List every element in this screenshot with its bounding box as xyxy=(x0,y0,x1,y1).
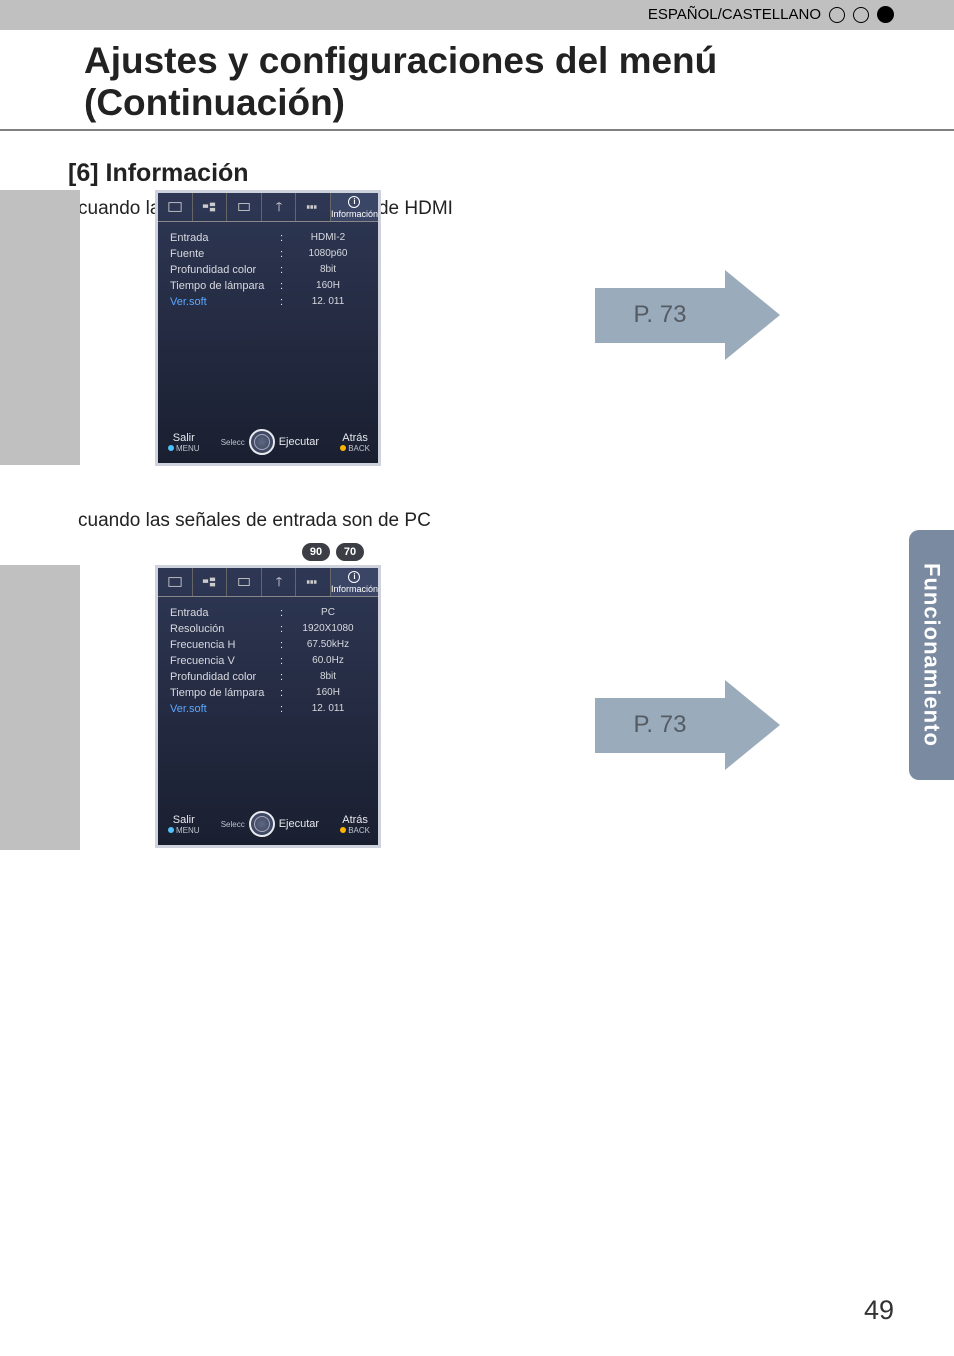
tab-icon-5 xyxy=(296,568,331,596)
tab-info-label: Información xyxy=(331,584,378,594)
info-row: Ver.soft:12. 011 xyxy=(170,296,368,308)
info-row: Entrada:PC xyxy=(170,607,368,619)
info-menu-hdmi: i Información Entrada:HDMI-2 Fuente:1080… xyxy=(155,190,381,466)
menu-footer: Salir MENU Selecc Ejecutar Atrás BACK xyxy=(158,425,378,461)
tab-icon-2 xyxy=(193,193,228,221)
tab-icon-2 xyxy=(193,568,228,596)
info-row: Tiempo de lámpara:160H xyxy=(170,687,368,699)
tab-icon-1 xyxy=(158,568,193,596)
footer-exit: Salir MENU xyxy=(168,432,200,453)
info-row: Tiempo de lámpara:160H xyxy=(170,280,368,292)
page-ref-arrow-1: P. 73 xyxy=(595,270,780,360)
info-row: Ver.soft:12. 011 xyxy=(170,703,368,715)
arrow-head-icon xyxy=(725,270,780,360)
title-rule xyxy=(0,129,954,131)
info-row: Resolución:1920X1080 xyxy=(170,623,368,635)
pc-subtitle: cuando las señales de entrada son de PC xyxy=(78,510,431,532)
info-row: Frecuencia V:60.0Hz xyxy=(170,655,368,667)
tab-icon-3 xyxy=(227,568,262,596)
nav-knob-icon xyxy=(249,811,275,837)
tab-info-active: i Información xyxy=(331,568,378,596)
menu-body: Entrada:HDMI-2 Fuente:1080p60 Profundida… xyxy=(158,222,378,316)
footer-exit: Salir MENU xyxy=(168,814,200,835)
tab-info-label: Información xyxy=(331,209,378,219)
tab-icon-3 xyxy=(227,193,262,221)
page-ref-arrow-2: P. 73 xyxy=(595,680,780,770)
info-row: Profundidad color:8bit xyxy=(170,671,368,683)
language-indicator: ESPAÑOL/CASTELLANO xyxy=(648,6,894,23)
left-grey-strip-2 xyxy=(0,565,80,850)
menu-body: Entrada:PC Resolución:1920X1080 Frecuenc… xyxy=(158,597,378,723)
footer-back: Atrás BACK xyxy=(340,814,370,835)
page-title: Ajustes y configuraciones del menú (Cont… xyxy=(84,40,954,124)
arrow-head-icon xyxy=(725,680,780,770)
model-badges: 90 70 xyxy=(302,543,364,561)
info-row: Entrada:HDMI-2 xyxy=(170,232,368,244)
badge-90: 90 xyxy=(302,543,330,561)
info-icon: i xyxy=(348,571,360,583)
section-heading: [6] Información xyxy=(68,159,954,188)
page-number: 49 xyxy=(864,1295,894,1326)
footer-center: Selecc Ejecutar xyxy=(221,429,319,455)
side-section-tab: Funcionamiento xyxy=(909,530,954,780)
nav-knob-icon xyxy=(249,429,275,455)
tab-icon-4 xyxy=(262,568,297,596)
menu-tabs: i Información xyxy=(158,193,378,222)
info-row: Fuente:1080p60 xyxy=(170,248,368,260)
footer-back: Atrás BACK xyxy=(340,432,370,453)
language-label: ESPAÑOL/CASTELLANO xyxy=(648,6,821,23)
tab-info-active: i Información xyxy=(331,193,378,221)
page-dot-2 xyxy=(853,7,869,23)
menu-tabs: i Información xyxy=(158,568,378,597)
side-tab-label: Funcionamiento xyxy=(919,563,945,747)
info-menu-pc: i Información Entrada:PC Resolución:1920… xyxy=(155,565,381,848)
page-dot-1 xyxy=(829,7,845,23)
info-icon: i xyxy=(348,196,360,208)
left-grey-strip-1 xyxy=(0,190,80,465)
tab-icon-4 xyxy=(262,193,297,221)
tab-icon-1 xyxy=(158,193,193,221)
page-dot-3-current xyxy=(877,6,894,23)
arrow-label: P. 73 xyxy=(595,288,725,343)
tab-icon-5 xyxy=(296,193,331,221)
footer-center: Selecc Ejecutar xyxy=(221,811,319,837)
arrow-label: P. 73 xyxy=(595,698,725,753)
info-row: Profundidad color:8bit xyxy=(170,264,368,276)
menu-footer: Salir MENU Selecc Ejecutar Atrás BACK xyxy=(158,807,378,843)
info-row: Frecuencia H:67.50kHz xyxy=(170,639,368,651)
badge-70: 70 xyxy=(336,543,364,561)
